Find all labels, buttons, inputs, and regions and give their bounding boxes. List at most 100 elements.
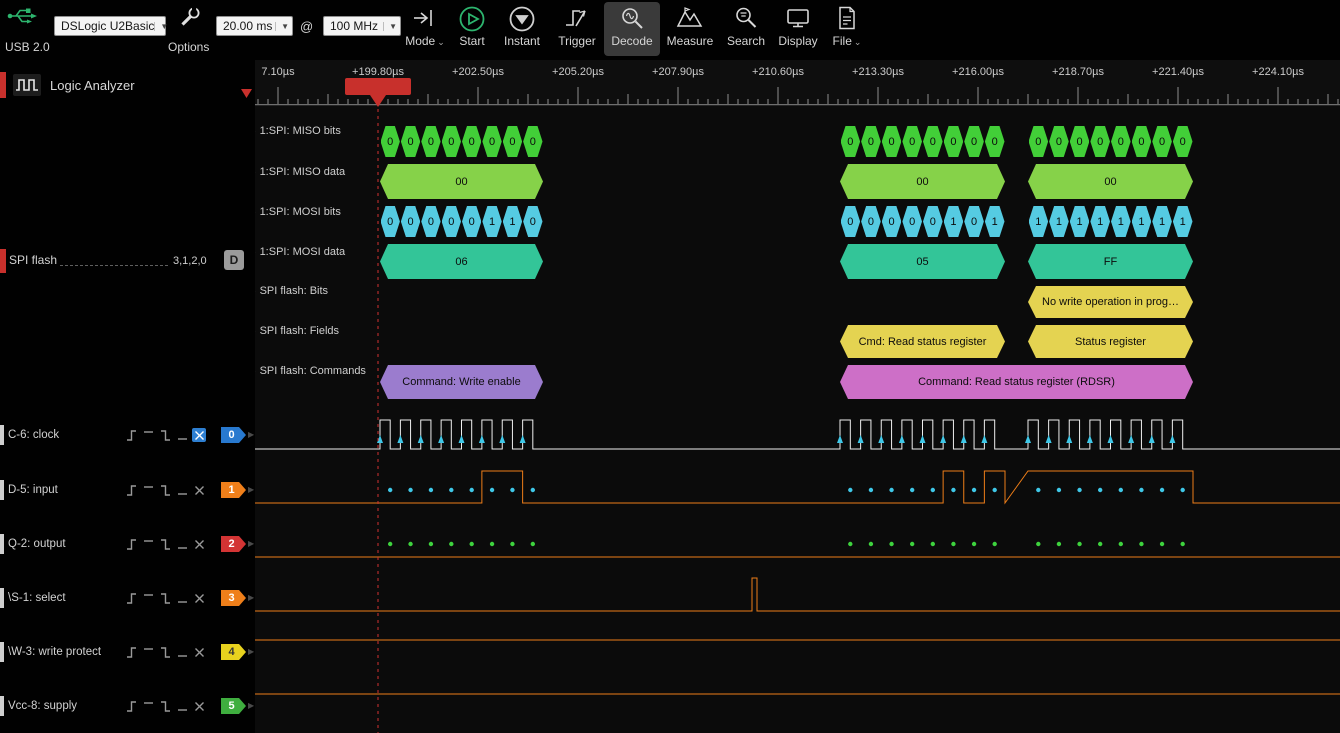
trigger-any-icon[interactable] bbox=[192, 428, 206, 442]
instant-button[interactable]: Instant bbox=[494, 2, 550, 56]
duration-select[interactable]: 20.00 ms ▼ bbox=[216, 16, 293, 36]
decode-row-label-text: SPI flash: Bits bbox=[260, 285, 328, 297]
miso-data-annotation[interactable]: 00 bbox=[380, 164, 543, 199]
trigger-pos-icon[interactable] bbox=[124, 591, 138, 605]
trigger-any-icon[interactable] bbox=[192, 699, 206, 713]
miso-data-annotation[interactable]: 00 bbox=[1028, 164, 1193, 199]
channel-color-tab bbox=[0, 588, 4, 608]
channel-expand-icon[interactable]: ▶ bbox=[248, 593, 254, 602]
dsview-window: USB 2.0 DSLogic U2Basic ▼ Options 20.00 … bbox=[0, 0, 1340, 733]
decoder-badge[interactable]: D bbox=[224, 250, 244, 270]
trigger-pos-icon[interactable] bbox=[124, 483, 138, 497]
channel-row[interactable]: \S-1: select 3▶ bbox=[0, 586, 255, 610]
channel-label: \S-1: select bbox=[8, 592, 66, 604]
channel-color-tab bbox=[0, 534, 4, 554]
trigger-neg-icon[interactable] bbox=[158, 428, 172, 442]
display-button[interactable]: Display bbox=[770, 2, 826, 56]
channel-row[interactable]: D-5: input1▶ bbox=[0, 478, 255, 502]
trigger-pos-icon[interactable] bbox=[124, 537, 138, 551]
mosi-data-annotation[interactable]: 05 bbox=[840, 244, 1005, 279]
trigger-neg-icon[interactable] bbox=[158, 591, 172, 605]
decoder-color-tab bbox=[0, 249, 6, 273]
trigger-low-icon[interactable] bbox=[175, 428, 189, 442]
channel-color-tab bbox=[0, 642, 4, 662]
channel-expand-icon[interactable]: ▶ bbox=[248, 647, 254, 656]
start-button[interactable]: Start bbox=[444, 2, 500, 56]
rate-select[interactable]: 100 MHz ▼ bbox=[323, 16, 401, 36]
channel-row[interactable]: Vcc-8: supply 5▶ bbox=[0, 694, 255, 718]
ruler-time-label: +218.70µs bbox=[1052, 66, 1104, 78]
trigger-pos-icon[interactable] bbox=[124, 428, 138, 442]
decode-row-label: »SPI flash: Commands bbox=[250, 365, 366, 377]
flash-field-annotation[interactable]: Cmd: Read status register bbox=[840, 325, 1005, 358]
search-button[interactable]: Search bbox=[718, 2, 774, 56]
decoder-row[interactable]: SPI flash 3,1,2,0 D bbox=[0, 249, 255, 273]
trigger-neg-icon[interactable] bbox=[158, 645, 172, 659]
channel-label: Vcc-8: supply bbox=[8, 700, 77, 712]
channel-expand-icon[interactable]: ▶ bbox=[248, 539, 254, 548]
device-select[interactable]: DSLogic U2Basic ▼ bbox=[54, 16, 166, 36]
trigger-low-icon[interactable] bbox=[175, 537, 189, 551]
trigger-any-icon[interactable] bbox=[192, 483, 206, 497]
decode-row-label-text: 1:SPI: MISO data bbox=[260, 166, 346, 178]
trigger-high-icon[interactable] bbox=[141, 699, 155, 713]
left-panel: Logic Analyzer SPI flash 3,1,2,0 D C-6: … bbox=[0, 60, 255, 733]
file-button[interactable]: File⌄ bbox=[819, 2, 875, 56]
trigger-high-icon[interactable] bbox=[141, 428, 155, 442]
decode-button[interactable]: Decode bbox=[604, 2, 660, 56]
file-icon bbox=[819, 5, 875, 34]
channel-index-badge[interactable]: 1 bbox=[221, 482, 246, 498]
mosi-data-annotation[interactable]: FF bbox=[1028, 244, 1193, 279]
flash-bits-annotation[interactable]: No write operation in prog… bbox=[1028, 286, 1193, 318]
chevron-down-icon: ▼ bbox=[275, 22, 289, 31]
trigger-low-icon[interactable] bbox=[175, 591, 189, 605]
trigger-pos-icon[interactable] bbox=[124, 699, 138, 713]
trigger-low-icon[interactable] bbox=[175, 699, 189, 713]
channel-index-badge[interactable]: 2 bbox=[221, 536, 246, 552]
decoder-dashes bbox=[60, 264, 168, 266]
channel-index-badge[interactable]: 3 bbox=[221, 590, 246, 606]
channel-expand-icon[interactable]: ▶ bbox=[248, 430, 254, 439]
measure-icon bbox=[662, 5, 718, 34]
trigger-any-icon[interactable] bbox=[192, 537, 206, 551]
start-icon bbox=[444, 5, 500, 34]
channel-index-badge[interactable]: 4 bbox=[221, 644, 246, 660]
miso-data-annotation[interactable]: 00 bbox=[840, 164, 1005, 199]
channel-expand-icon[interactable]: ▶ bbox=[248, 701, 254, 710]
channel-row[interactable]: C-6: clock0▶ bbox=[0, 423, 255, 447]
options-label: Options bbox=[168, 40, 209, 54]
ruler-time-label: +224.10µs bbox=[1252, 66, 1304, 78]
flash-command-annotation[interactable]: Command: Write enable bbox=[380, 365, 543, 399]
measure-button[interactable]: Measure bbox=[662, 2, 718, 56]
file-label: File⌄ bbox=[819, 34, 875, 48]
trigger-high-icon[interactable] bbox=[141, 591, 155, 605]
chevron-down-icon: ⌄ bbox=[854, 37, 862, 47]
display-label: Display bbox=[770, 34, 826, 48]
trigger-any-icon[interactable] bbox=[192, 645, 206, 659]
trigger-low-icon[interactable] bbox=[175, 483, 189, 497]
channel-expand-icon[interactable]: ▶ bbox=[248, 485, 254, 494]
ruler-time-label: +202.50µs bbox=[452, 66, 504, 78]
channel-label: \W-3: write protect bbox=[8, 646, 101, 658]
channel-row[interactable]: Q-2: output2▶ bbox=[0, 532, 255, 556]
trigger-any-icon[interactable] bbox=[192, 591, 206, 605]
options-wrench-icon[interactable] bbox=[178, 5, 202, 34]
trigger-neg-icon[interactable] bbox=[158, 483, 172, 497]
flash-field-annotation[interactable]: Status register bbox=[1028, 325, 1193, 358]
trigger-button[interactable]: Trigger bbox=[549, 2, 605, 56]
flash-command-annotation[interactable]: Command: Read status register (RDSR) bbox=[840, 365, 1193, 399]
mosi-data-annotation[interactable]: 06 bbox=[380, 244, 543, 279]
channel-color-tab bbox=[0, 696, 4, 716]
rate-select-value: 100 MHz bbox=[330, 19, 378, 33]
channel-row[interactable]: \W-3: write protect 4▶ bbox=[0, 640, 255, 664]
channel-index-badge[interactable]: 5 bbox=[221, 698, 246, 714]
channel-index-badge[interactable]: 0 bbox=[221, 427, 246, 443]
trigger-high-icon[interactable] bbox=[141, 645, 155, 659]
trigger-neg-icon[interactable] bbox=[158, 537, 172, 551]
trigger-pos-icon[interactable] bbox=[124, 645, 138, 659]
trigger-low-icon[interactable] bbox=[175, 645, 189, 659]
trigger-high-icon[interactable] bbox=[141, 483, 155, 497]
trigger-icon bbox=[549, 5, 605, 34]
trigger-high-icon[interactable] bbox=[141, 537, 155, 551]
trigger-neg-icon[interactable] bbox=[158, 699, 172, 713]
